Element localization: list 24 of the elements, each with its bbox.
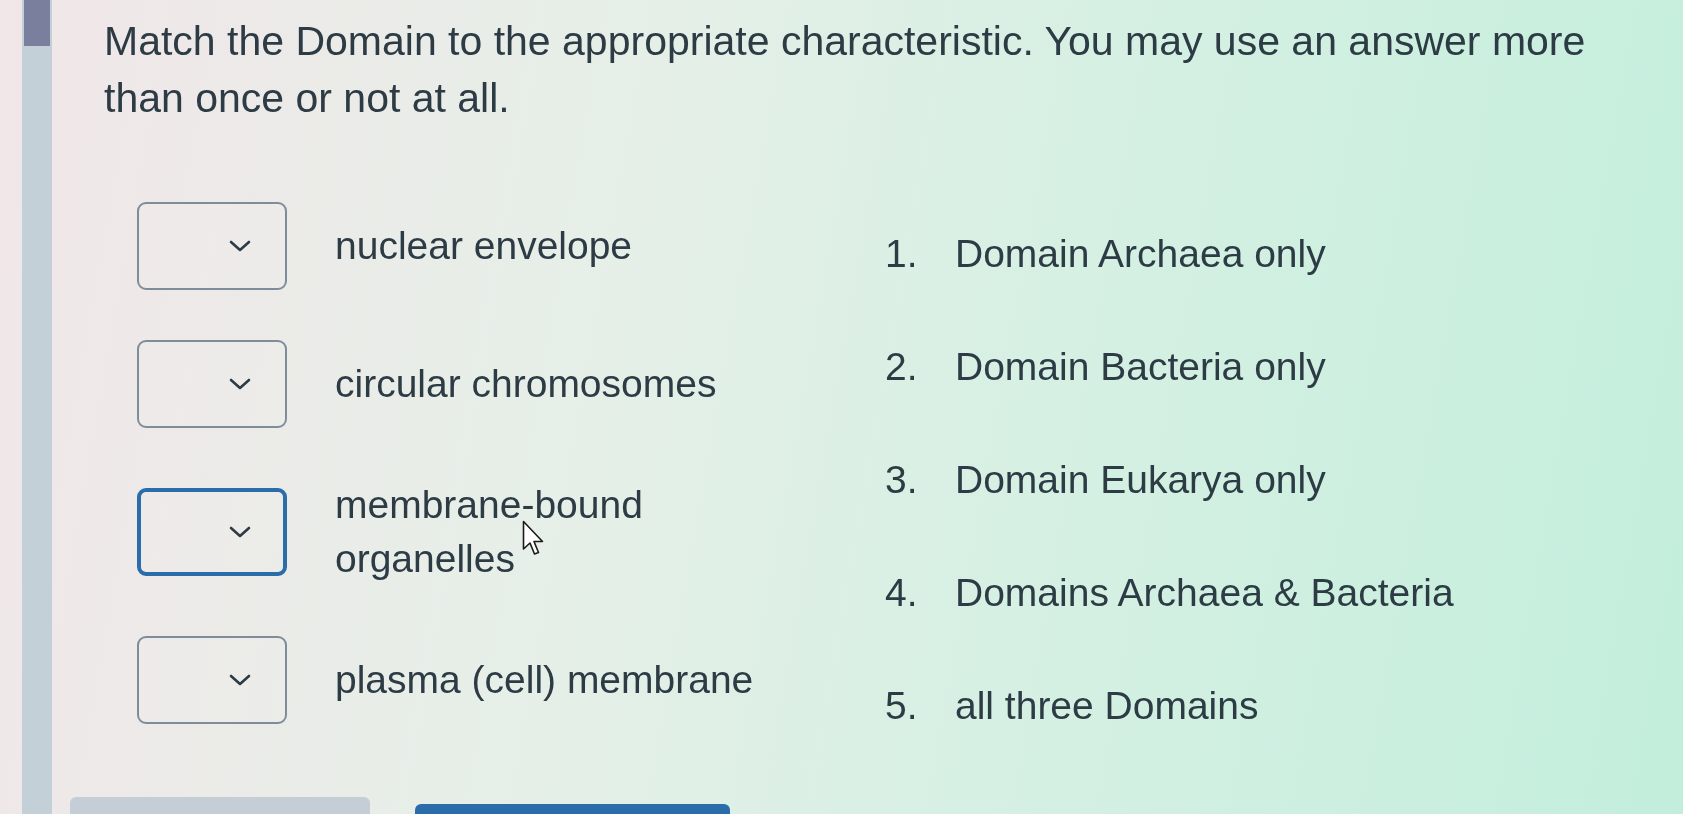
chevron-down-icon — [229, 526, 251, 538]
characteristic-label: membrane-bound organelles — [335, 482, 644, 582]
list-number: 2. — [885, 344, 919, 390]
list-number: 3. — [885, 457, 919, 503]
chevron-down-icon — [229, 240, 251, 252]
question-prompt: Match the Domain to the appropriate characteristic. You may use an answer more than once or not at all. — [104, 17, 1587, 123]
chevron-down-icon — [229, 378, 251, 390]
answer-option: Domain Bacteria only — [955, 340, 1326, 394]
answer-option: Domain Eukarya only — [955, 453, 1326, 507]
answer-option: all three Domains — [955, 679, 1259, 733]
list-number: 5. — [885, 683, 919, 729]
answer-option: Domain Archaea only — [955, 227, 1326, 281]
list-number: 1. — [885, 231, 919, 277]
select-dropdown[interactable] — [137, 636, 287, 724]
select-dropdown[interactable] — [137, 340, 287, 428]
characteristic-label: plasma (cell) membrane — [335, 657, 755, 703]
select-dropdown[interactable] — [137, 488, 287, 576]
answer-option: Domains Archaea & Bacteria — [955, 566, 1454, 620]
strip-block — [24, 0, 50, 46]
list-number: 4. — [885, 570, 919, 616]
characteristic-label: nuclear envelope — [335, 223, 634, 269]
characteristic-label: circular chromosomes — [335, 361, 718, 407]
select-dropdown[interactable] — [137, 202, 287, 290]
chevron-down-icon — [229, 674, 251, 686]
